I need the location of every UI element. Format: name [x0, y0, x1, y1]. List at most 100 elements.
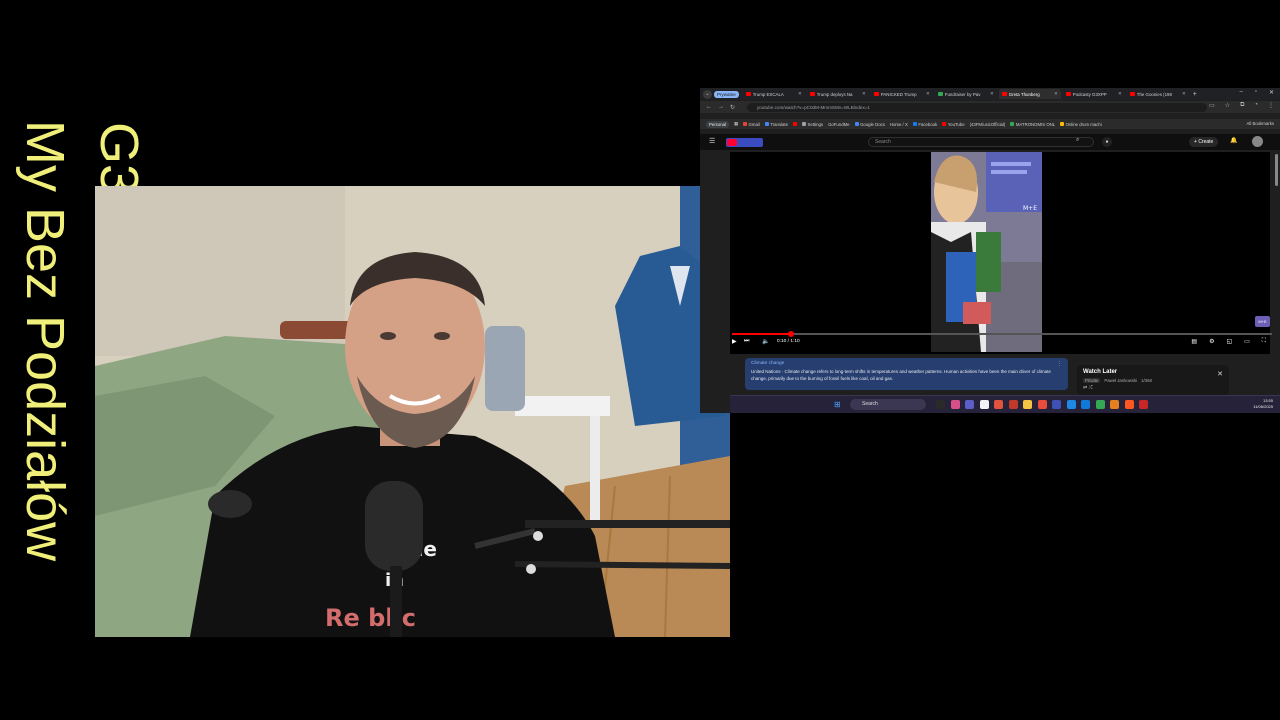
maximize-icon[interactable]: ▫ — [1255, 89, 1257, 96]
tab-close-icon[interactable]: ✕ — [862, 91, 866, 97]
youtube-favicon-icon — [745, 92, 751, 96]
all-bookmarks-link[interactable]: All Bookmarks — [1247, 121, 1274, 126]
bookmark-drum-machine[interactable]: Online drum machi — [1060, 122, 1102, 127]
apps-grid-icon[interactable]: ▦ — [734, 121, 738, 127]
edge-icon[interactable] — [1081, 400, 1090, 409]
reload-icon[interactable]: ↻ — [730, 104, 735, 111]
settings-gear-icon[interactable]: ⚙ — [1209, 338, 1214, 345]
tab-close-icon[interactable]: ✕ — [798, 91, 802, 97]
bookmarks-bar: Personal ▦ Gmail Translate Settings GoFu… — [700, 119, 1280, 129]
notifications-bell-icon[interactable]: 🔔 — [1230, 137, 1237, 144]
theater-mode-icon[interactable]: ▭ — [1244, 338, 1250, 345]
tab-4[interactable]: Greta Thunberg ✕ — [998, 89, 1061, 99]
windows-start-icon[interactable]: ⊞ — [834, 400, 843, 409]
app-icon[interactable] — [1124, 400, 1134, 409]
tab-6[interactable]: The Goonies (198 ✕ — [1127, 89, 1189, 99]
youtube-favicon-icon — [873, 92, 879, 96]
progress-bar[interactable] — [732, 331, 1272, 337]
bookmark-settings[interactable]: Settings — [802, 122, 823, 127]
chrome-icon[interactable] — [1095, 400, 1105, 409]
new-tab-icon[interactable]: + — [1193, 91, 1197, 98]
time-display: 0:10 / 1:10 — [777, 339, 800, 344]
page-scrollbar[interactable] — [1275, 154, 1278, 186]
fullscreen-icon[interactable]: ⛶ — [1262, 338, 1266, 345]
app-icon[interactable] — [994, 400, 1003, 409]
forward-icon[interactable]: → — [718, 104, 724, 110]
tab-search-chevron-icon[interactable]: ⌄ — [703, 89, 712, 99]
bookmark-translate[interactable]: Translate — [764, 122, 788, 127]
tab-0[interactable]: Trump ESCALA ✕ — [743, 89, 805, 99]
next-video-icon[interactable]: ⏭ — [744, 338, 749, 345]
youtube-favicon-icon — [1065, 92, 1071, 96]
info-panel-title[interactable]: Climate change — [751, 361, 1062, 366]
info-panel-menu-icon[interactable]: ⋮ — [1057, 361, 1062, 367]
browser-window: ⌄ Prywatne Trump ESCALA ✕ Trump deploys N… — [700, 88, 1280, 413]
play-icon[interactable]: ▶ — [732, 338, 737, 345]
tab-5[interactable]: Podcasty G3XPP ✕ — [1063, 89, 1125, 99]
avatar[interactable] — [1252, 136, 1263, 147]
cast-icon[interactable]: ▭ — [1209, 102, 1215, 109]
app-icon[interactable] — [1066, 400, 1076, 409]
notepad-icon[interactable] — [979, 400, 989, 409]
app-icon[interactable] — [1008, 400, 1018, 409]
tab-3[interactable]: Fundraiser by Pav ✕ — [935, 89, 997, 99]
info-panel-body: United Nations · Climate change refers t… — [751, 369, 1051, 381]
volume-icon[interactable]: 🔈 — [762, 338, 769, 345]
create-button[interactable]: + Create — [1189, 137, 1219, 147]
loop-icon[interactable]: ⇄ — [1083, 385, 1087, 391]
profile-icon[interactable]: ◔ — [1254, 102, 1258, 109]
bookmark-youtube[interactable]: YouTube — [942, 122, 965, 127]
hamburger-menu-icon[interactable]: ☰ — [709, 137, 715, 145]
tab-strip: ⌄ Prywatne Trump ESCALA ✕ Trump deploys N… — [700, 88, 1280, 100]
task-view-icon[interactable] — [936, 400, 945, 409]
channel-title-vertical: My Bez Podziałów — [15, 120, 75, 562]
tab-close-icon[interactable]: ✕ — [926, 91, 930, 97]
playlist-owner[interactable]: Paweł Jankowski — [1104, 378, 1137, 383]
bookmark-x-home[interactable]: Home / X — [890, 122, 908, 127]
taskbar-clock[interactable]: 13:55 11/06/2025 — [1253, 398, 1273, 410]
bookmark-star-icon[interactable]: ☆ — [1225, 102, 1230, 109]
bookmark-facebook[interactable]: Facebook — [912, 122, 937, 127]
bookmarks-profile-chip[interactable]: Personal — [706, 120, 729, 128]
youtube-search-input[interactable]: Search — [868, 137, 1094, 147]
back-icon[interactable]: ← — [706, 104, 712, 110]
progress-bar-fill — [732, 333, 792, 335]
bookmark-music-official[interactable]: (43FM/usicOfficial) — [970, 122, 1006, 127]
tab-2[interactable]: PANICKED Trump ✕ — [871, 89, 933, 99]
tab-close-icon[interactable]: ✕ — [990, 91, 994, 97]
extensions-icon[interactable]: ⧉ — [1240, 102, 1244, 109]
app-icon[interactable] — [1052, 400, 1061, 409]
tab-close-icon[interactable]: ✕ — [1054, 91, 1058, 97]
menu-dots-icon[interactable]: ⋮ — [1268, 102, 1274, 109]
url-field[interactable]: youtube.com/watch?v=pC0dM-MmmSMv=WLBinde… — [747, 102, 1207, 112]
bookmark-youtube-dot[interactable] — [793, 122, 798, 126]
app-icon[interactable] — [1139, 400, 1148, 409]
taskbar-search[interactable]: Search — [850, 399, 926, 410]
bookmark-gmail[interactable]: Gmail — [743, 122, 760, 127]
tab-1[interactable]: Trump deploys Na ✕ — [807, 89, 869, 99]
shuffle-icon[interactable]: ⤮ — [1089, 385, 1093, 391]
file-explorer-icon[interactable] — [1023, 400, 1032, 409]
channel-watermark-icon[interactable]: M+E — [1255, 316, 1270, 327]
app-icon[interactable] — [1037, 400, 1047, 409]
search-icon[interactable]: ⌕ — [1076, 137, 1079, 144]
watch-later-title[interactable]: Watch Later — [1083, 369, 1223, 375]
tab-group-label[interactable]: Prywatne — [714, 90, 739, 98]
app-icon[interactable] — [950, 400, 960, 409]
close-icon[interactable]: ✕ — [1217, 370, 1223, 378]
tab-close-icon[interactable]: ✕ — [1118, 91, 1122, 97]
close-window-icon[interactable]: ✕ — [1269, 89, 1274, 96]
tab-close-icon[interactable]: ✕ — [1182, 91, 1186, 97]
youtube-logo[interactable] — [726, 138, 763, 147]
app-icon[interactable] — [1110, 400, 1119, 409]
privacy-badge: Private — [1083, 378, 1101, 383]
bookmark-gofundme[interactable]: GoFundMe — [828, 122, 850, 127]
miniplayer-icon[interactable]: ◱ — [1226, 338, 1232, 345]
bookmark-matronomis[interactable]: MATRONOMIS ONL — [1010, 122, 1055, 127]
microphone-icon[interactable]: ● — [1102, 137, 1112, 147]
captions-icon[interactable]: ▤ — [1191, 338, 1197, 345]
video-player[interactable]: M+E — [730, 152, 1270, 354]
bookmark-google-docs[interactable]: Google Docs — [854, 122, 885, 127]
minimize-icon[interactable]: – — [1239, 89, 1242, 96]
teams-icon[interactable] — [965, 400, 974, 409]
